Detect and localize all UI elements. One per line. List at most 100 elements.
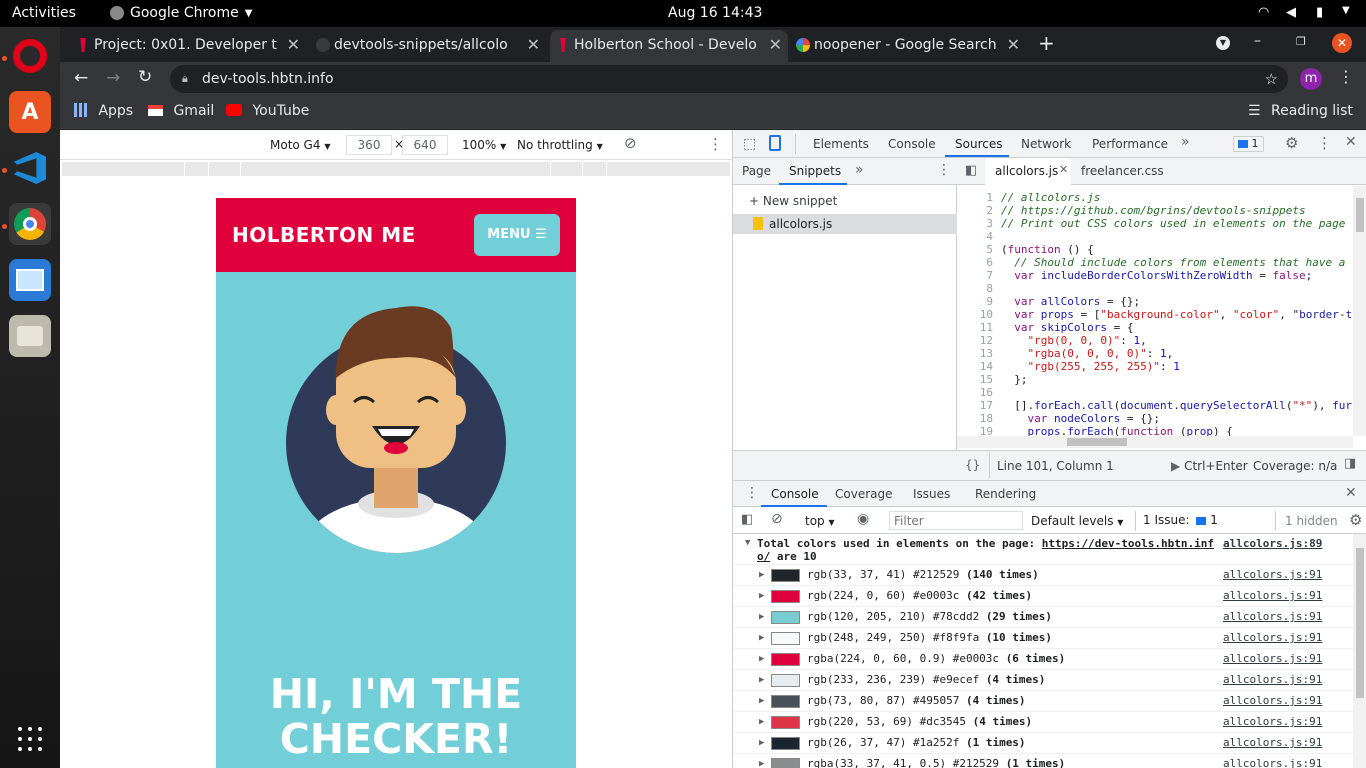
more-navigator-chevron-icon[interactable]: »	[855, 162, 864, 178]
console-sidebar-icon[interactable]: ◧	[741, 512, 753, 527]
files-icon[interactable]	[9, 315, 51, 357]
snippet-file-item[interactable]: allcolors.js	[733, 214, 957, 234]
media-query-ruler[interactable]	[62, 162, 730, 176]
editor-vertical-scrollbar[interactable]	[1353, 186, 1366, 436]
editor-tab-allcolors[interactable]: allcolors.js ✕	[985, 158, 1071, 185]
console-color-row[interactable]: ▶ rgb(248, 249, 250) #f8f9fa (10 times) al…	[733, 628, 1353, 649]
console-messages[interactable]: ▼ Total colors used in elements on the p…	[733, 534, 1353, 768]
profile-avatar[interactable]: m	[1300, 68, 1322, 90]
navigator-tab-page[interactable]: Page	[742, 164, 771, 178]
more-tabs-chevron-icon[interactable]: »	[1181, 134, 1190, 150]
console-issues-button[interactable]: 1 Issue: 1	[1143, 513, 1218, 527]
vscode-icon[interactable]	[9, 147, 51, 189]
editor-horizontal-scrollbar[interactable]	[957, 436, 1353, 448]
devtools-menu-kebab-icon[interactable]: ⋮	[1317, 134, 1332, 152]
bookmark-star-icon[interactable]: ☆	[1265, 65, 1278, 93]
devtools-tab-sources[interactable]: Sources	[955, 137, 1002, 151]
inspect-element-icon[interactable]: ⬚	[743, 136, 756, 152]
expand-triangle-icon[interactable]: ▶	[759, 691, 764, 711]
screenshot-icon[interactable]	[9, 259, 51, 301]
maximize-icon[interactable]: ❐	[1296, 35, 1306, 48]
clear-console-icon[interactable]: ⊘	[771, 511, 783, 527]
app-menu[interactable]: Google Chrome ▼	[110, 5, 252, 21]
console-color-row[interactable]: ▶ rgb(73, 80, 87) #495057 (4 times) allcol…	[733, 691, 1353, 712]
context-select[interactable]: top ▼	[805, 514, 835, 528]
console-color-row[interactable]: ▶ rgb(233, 236, 239) #e9ecef (4 times) all…	[733, 670, 1353, 691]
tab-project[interactable]: Project: 0x01. Developer t ✕	[70, 30, 306, 62]
chrome-menu-kebab-icon[interactable]: ⋮	[1338, 67, 1354, 86]
tab-search-icon[interactable]: ▼	[1216, 36, 1230, 50]
expand-triangle-icon[interactable]: ▶	[759, 712, 764, 732]
close-devtools-icon[interactable]: ✕	[1345, 134, 1357, 150]
color-source-link[interactable]: allcolors.js:91	[1223, 733, 1322, 753]
color-source-link[interactable]: allcolors.js:91	[1223, 754, 1322, 768]
code-area[interactable]: 1 // allcolors.js 2 // https://github.com/b…	[957, 191, 1352, 449]
expand-triangle-icon[interactable]: ▶	[759, 628, 764, 648]
bookmark-apps[interactable]: Apps	[74, 103, 133, 119]
battery-icon[interactable]: ▮	[1316, 5, 1323, 20]
forward-arrow-icon[interactable]: →	[106, 68, 120, 88]
close-window-icon[interactable]: ✕	[1332, 33, 1352, 53]
throttle-select[interactable]: No throttling ▼	[517, 138, 603, 152]
run-snippet-button[interactable]: ▶ Ctrl+Enter	[1171, 459, 1248, 473]
log-levels-select[interactable]: Default levels ▼	[1031, 514, 1123, 528]
close-tab-icon[interactable]: ✕	[527, 30, 540, 60]
tab-devtools-snippets[interactable]: devtools-snippets/allcolo ✕	[310, 30, 546, 62]
devtools-tab-console[interactable]: Console	[888, 137, 936, 151]
console-color-row[interactable]: ▶ rgba(224, 0, 60, 0.9) #e0003c (6 times)…	[733, 649, 1353, 670]
bookmark-gmail[interactable]: Gmail	[148, 103, 214, 119]
color-source-link[interactable]: allcolors.js:91	[1223, 670, 1322, 690]
drawer-menu-kebab-icon[interactable]: ⋮	[745, 485, 759, 501]
reload-icon[interactable]: ↻	[138, 67, 152, 87]
summary-source-link[interactable]: allcolors.js:89	[1223, 537, 1322, 550]
tab-holberton-school[interactable]: Holberton School - Develo ✕	[550, 30, 788, 62]
system-menu-chevron-icon[interactable]: ▼	[1342, 5, 1350, 16]
color-source-link[interactable]: allcolors.js:91	[1223, 712, 1322, 732]
color-source-link[interactable]: allcolors.js:91	[1223, 691, 1322, 711]
color-source-link[interactable]: allcolors.js:91	[1223, 649, 1322, 669]
bookmark-youtube[interactable]: YouTube	[226, 103, 309, 119]
clock[interactable]: Aug 16 14:43	[668, 5, 762, 21]
device-width-input[interactable]	[346, 135, 392, 155]
summary-url[interactable]: https://dev-tools.hbtn.inf	[1042, 537, 1214, 550]
expand-triangle-icon[interactable]: ▶	[759, 565, 764, 585]
expand-triangle-icon[interactable]: ▶	[759, 649, 764, 669]
devtools-tab-elements[interactable]: Elements	[813, 137, 869, 151]
console-color-row[interactable]: ▶ rgba(33, 37, 41, 0.5) #212529 (1 times)…	[733, 754, 1353, 768]
drawer-tab-rendering[interactable]: Rendering	[975, 487, 1036, 501]
devtools-tab-network[interactable]: Network	[1021, 137, 1071, 151]
close-tab-icon[interactable]: ✕	[769, 30, 782, 60]
color-source-link[interactable]: allcolors.js:91	[1223, 628, 1322, 648]
zoom-select[interactable]: 100% ▼	[462, 138, 506, 152]
expand-triangle-icon[interactable]: ▶	[759, 754, 764, 768]
opera-icon[interactable]	[9, 35, 51, 77]
drawer-tab-coverage[interactable]: Coverage	[835, 487, 893, 501]
issues-badge[interactable]: 1	[1233, 136, 1264, 152]
drawer-tab-issues[interactable]: Issues	[913, 487, 950, 501]
color-source-link[interactable]: allcolors.js:91	[1223, 586, 1322, 606]
close-drawer-icon[interactable]: ✕	[1345, 485, 1357, 501]
toggle-debugger-icon[interactable]: ◨	[1344, 456, 1356, 471]
new-snippet-button[interactable]: + New snippet	[749, 194, 837, 208]
back-arrow-icon[interactable]: ←	[74, 68, 88, 88]
console-filter-input[interactable]	[889, 511, 1023, 530]
device-toggle-icon[interactable]	[769, 135, 781, 151]
device-menu-kebab-icon[interactable]: ⋮	[708, 135, 723, 153]
console-scrollbar[interactable]	[1353, 534, 1366, 768]
expand-triangle-icon[interactable]: ▶	[759, 733, 764, 753]
editor-tab-freelancer[interactable]: freelancer.css	[1081, 164, 1164, 178]
color-source-link[interactable]: allcolors.js:91	[1223, 565, 1322, 585]
drawer-tab-console[interactable]: Console	[771, 487, 819, 501]
console-color-row[interactable]: ▶ rgb(33, 37, 41) #212529 (140 times) allc…	[733, 565, 1353, 586]
expand-triangle-icon[interactable]: ▶	[759, 670, 764, 690]
site-brand[interactable]: HOLBERTON ME	[232, 223, 416, 247]
console-settings-gear-icon[interactable]: ⚙	[1349, 511, 1362, 529]
console-color-row[interactable]: ▶ rgb(26, 37, 47) #1a252f (1 times) allcol…	[733, 733, 1353, 754]
reading-list-button[interactable]: ☰ Reading list	[1248, 103, 1353, 119]
show-apps-icon[interactable]	[18, 727, 42, 751]
pretty-print-icon[interactable]: {}	[965, 458, 980, 472]
console-color-row[interactable]: ▶ rgb(120, 205, 210) #78cdd2 (29 times) al…	[733, 607, 1353, 628]
expand-triangle-icon[interactable]: ▶	[759, 586, 764, 606]
chrome-icon[interactable]	[9, 203, 51, 245]
color-source-link[interactable]: allcolors.js:91	[1223, 607, 1322, 627]
